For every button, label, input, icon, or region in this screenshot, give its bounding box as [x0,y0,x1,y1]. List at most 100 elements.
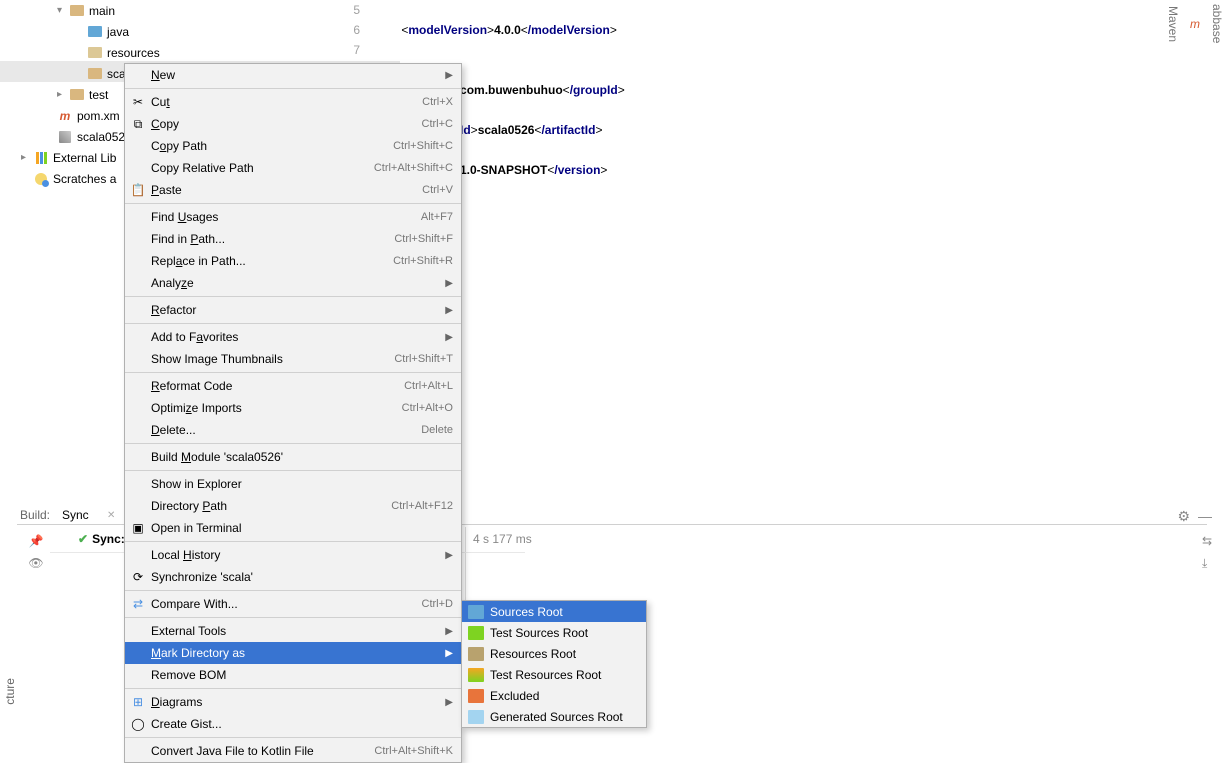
menu-add-favorites[interactable]: Add to Favorites▶ [125,326,461,348]
menu-create-gist[interactable]: ◯Create Gist... [125,713,461,735]
tree-item-main[interactable]: ▾ main [17,0,217,21]
tree-label: pom.xm [77,109,120,123]
submenu-sources-root[interactable]: Sources Root [462,601,646,622]
submenu-arrow-icon: ▶ [445,70,453,81]
submenu-label: Generated Sources Root [490,710,623,724]
tree-label: java [107,25,129,39]
folder-icon [69,3,85,19]
menu-separator [125,688,461,689]
menu-separator [125,203,461,204]
expand-icon[interactable]: ▸ [57,89,69,100]
menu-separator [125,323,461,324]
menu-directory-path[interactable]: Directory PathCtrl+Alt+F12 [125,495,461,517]
tree-label: resources [107,46,160,60]
menu-local-history[interactable]: Local History▶ [125,544,461,566]
paste-icon: 📋 [129,182,147,198]
menu-synchronize[interactable]: ⟳Synchronize 'scala' [125,566,461,588]
submenu-label: Excluded [490,689,539,703]
menu-diagrams[interactable]: ⊞Diagrams▶ [125,691,461,713]
maven-tab[interactable]: Maven [1166,6,1180,42]
menu-analyze[interactable]: Analyze▶ [125,272,461,294]
shortcut: Ctrl+D [422,598,453,610]
shortcut: Ctrl+Alt+L [404,380,453,392]
compare-icon: ⇄ [129,596,147,612]
folder-generated-icon [468,710,484,724]
tree-label: External Lib [53,151,116,165]
shortcut: Ctrl+Shift+R [393,255,453,267]
menu-delete[interactable]: Delete...Delete [125,419,461,441]
menu-paste[interactable]: 📋PasteCtrl+V [125,179,461,201]
submenu-generated-sources-root[interactable]: Generated Sources Root [462,706,646,727]
menu-copy[interactable]: ⧉CopyCtrl+C [125,113,461,135]
menu-find-in-path[interactable]: Find in Path...Ctrl+Shift+F [125,228,461,250]
maven-icon: m [1190,17,1200,31]
menu-optimize-imports[interactable]: Optimize ImportsCtrl+Alt+O [125,397,461,419]
menu-open-terminal[interactable]: ▣Open in Terminal [125,517,461,539]
build-label: Build: [20,508,50,522]
menu-reformat[interactable]: Reformat CodeCtrl+Alt+L [125,375,461,397]
folder-test-resources-icon [468,668,484,682]
menu-mark-directory-as[interactable]: Mark Directory as▶ [125,642,461,664]
menu-separator [125,470,461,471]
submenu-arrow-icon: ▶ [445,550,453,561]
database-tab[interactable]: abbase [1210,4,1224,43]
menu-find-usages[interactable]: Find UsagesAlt+F7 [125,206,461,228]
build-sync-tab[interactable]: Sync [62,508,89,522]
menu-separator [125,372,461,373]
line-number: 7 [314,40,384,60]
menu-external-tools[interactable]: External Tools▶ [125,620,461,642]
right-tool-tabs: abbase m Maven [1204,0,1224,43]
submenu-arrow-icon: ▶ [445,305,453,316]
menu-show-thumbnails[interactable]: Show Image ThumbnailsCtrl+Shift+T [125,348,461,370]
eye-icon[interactable]: 👁 [28,556,43,570]
submenu-excluded[interactable]: Excluded [462,685,646,706]
github-icon: ◯ [129,716,147,732]
submenu-test-sources-root[interactable]: Test Sources Root [462,622,646,643]
hide-panel-icon[interactable]: — [1198,508,1212,524]
cut-icon: ✂ [129,94,147,110]
scratches-icon [33,171,49,187]
pin-icon[interactable]: 📌 [29,534,44,548]
tree-label: Scratches a [53,172,116,186]
gear-icon[interactable]: ⚙ [1177,508,1190,525]
scroll-end-icon[interactable]: ⤓ [1202,556,1212,571]
tree-item-resources[interactable]: resources [17,42,217,63]
menu-replace-in-path[interactable]: Replace in Path...Ctrl+Shift+R [125,250,461,272]
menu-refactor[interactable]: Refactor▶ [125,299,461,321]
menu-compare-with[interactable]: ⇄Compare With...Ctrl+D [125,593,461,615]
expand-icon[interactable]: ▾ [57,5,69,16]
menu-separator [125,617,461,618]
context-menu: New▶ ✂CutCtrl+X ⧉CopyCtrl+C Copy PathCtr… [124,63,462,763]
menu-new[interactable]: New▶ [125,64,461,86]
sync-time: 4 s 177 ms [473,532,532,546]
module-icon [57,129,73,145]
tree-item-java[interactable]: java [17,21,217,42]
submenu-label: Test Sources Root [490,626,588,640]
menu-build-module[interactable]: Build Module 'scala0526' [125,446,461,468]
sync-icon: ⟳ [129,569,147,585]
folder-icon [69,87,85,103]
menu-cut[interactable]: ✂CutCtrl+X [125,91,461,113]
check-icon: ✔ [78,532,88,546]
menu-copy-relative-path[interactable]: Copy Relative PathCtrl+Alt+Shift+C [125,157,461,179]
menu-remove-bom[interactable]: Remove BOM [125,664,461,686]
tree-label: test [89,88,108,102]
folder-green-icon [468,626,484,640]
menu-show-explorer[interactable]: Show in Explorer [125,473,461,495]
expand-icon[interactable]: ▸ [21,152,33,163]
close-tab-icon[interactable]: ✕ [107,510,115,521]
folder-excluded-icon [468,689,484,703]
soft-wrap-icon[interactable]: ⇆ [1202,534,1212,548]
shortcut: Alt+F7 [421,211,453,223]
menu-separator [125,737,461,738]
shortcut: Ctrl+Alt+F12 [391,500,453,512]
menu-copy-path[interactable]: Copy PathCtrl+Shift+C [125,135,461,157]
submenu-label: Resources Root [490,647,576,661]
menu-convert-kotlin[interactable]: Convert Java File to Kotlin FileCtrl+Alt… [125,740,461,762]
structure-tab[interactable]: cture [3,678,17,705]
submenu-arrow-icon: ▶ [445,626,453,637]
terminal-icon: ▣ [129,520,147,536]
submenu-resources-root[interactable]: Resources Root [462,643,646,664]
submenu-test-resources-root[interactable]: Test Resources Root [462,664,646,685]
shortcut: Ctrl+C [422,118,453,130]
